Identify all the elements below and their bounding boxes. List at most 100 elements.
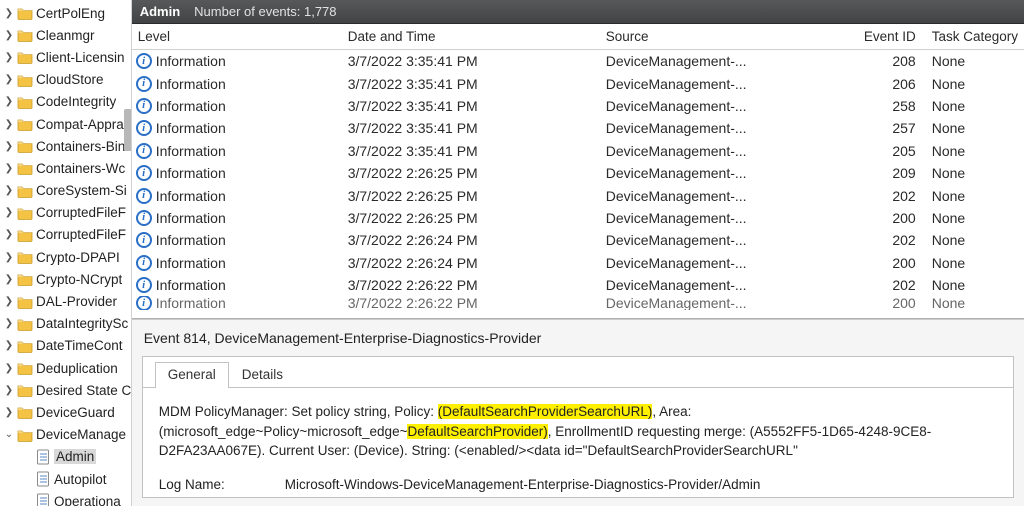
table-row[interactable]: iInformation3/7/2022 2:26:22 PMDeviceMan… (132, 274, 1024, 296)
cell-level: Information (156, 277, 226, 293)
tab-general[interactable]: General (155, 362, 229, 388)
chevron-right-icon[interactable]: ❯ (2, 74, 16, 85)
chevron-right-icon[interactable]: ❯ (2, 207, 16, 218)
chevron-right-icon[interactable]: ❯ (2, 340, 16, 351)
cell-datetime: 3/7/2022 3:35:41 PM (342, 143, 600, 159)
sidebar-item[interactable]: ❯ Desired State C (0, 379, 131, 401)
pane-header: Admin Number of events: 1,778 (132, 0, 1024, 24)
sidebar-item-label: Cleanmgr (36, 28, 95, 43)
sidebar-item[interactable]: ❯ Cleanmgr (0, 24, 131, 46)
detail-body: MDM PolicyManager: Set policy string, Po… (143, 388, 1013, 498)
folder-icon (16, 382, 34, 398)
col-header-level[interactable]: Level (132, 29, 342, 44)
table-row[interactable]: iInformation3/7/2022 3:35:41 PMDeviceMan… (132, 117, 1024, 139)
sidebar-item[interactable]: ❯ Containers-Wc (0, 157, 131, 179)
folder-icon (16, 271, 34, 287)
sidebar-item-label: Desired State C (36, 383, 131, 398)
chevron-right-icon[interactable]: ❯ (2, 318, 16, 329)
table-row[interactable]: iInformation3/7/2022 2:26:25 PMDeviceMan… (132, 184, 1024, 206)
table-row[interactable]: iInformation3/7/2022 3:35:41 PMDeviceMan… (132, 72, 1024, 94)
table-row[interactable]: iInformation3/7/2022 2:26:25 PMDeviceMan… (132, 162, 1024, 184)
sidebar-item-label: CertPolEng (36, 6, 105, 21)
table-row[interactable]: iInformation3/7/2022 3:35:41 PMDeviceMan… (132, 95, 1024, 117)
table-row[interactable]: iInformation3/7/2022 2:26:22 PMDeviceMan… (132, 296, 1024, 310)
chevron-right-icon[interactable]: ❯ (2, 229, 16, 240)
chevron-right-icon[interactable]: ❯ (2, 52, 16, 63)
col-header-taskcat[interactable]: Task Category (926, 29, 1024, 44)
table-row[interactable]: iInformation3/7/2022 2:26:24 PMDeviceMan… (132, 229, 1024, 251)
chevron-right-icon[interactable]: ❯ (2, 30, 16, 41)
info-icon: i (136, 76, 152, 92)
sidebar-item[interactable]: ❯CodeIntegrity (0, 91, 131, 113)
folder-icon (16, 227, 34, 243)
table-row[interactable]: iInformation3/7/2022 2:26:24 PMDeviceMan… (132, 252, 1024, 274)
cell-source: DeviceManagement-... (600, 53, 848, 69)
chevron-right-icon[interactable]: ❯ (2, 119, 16, 130)
chevron-right-icon[interactable]: ❯ (2, 385, 16, 396)
sidebar-item[interactable]: ❯Deduplication (0, 357, 131, 379)
sidebar-item[interactable]: ❯Compat-Appra (0, 113, 131, 135)
cell-level: Information (156, 232, 226, 248)
sidebar-item[interactable]: ❯ CertPolEng (0, 2, 131, 24)
chevron-right-icon[interactable]: ❯ (2, 407, 16, 418)
cell-taskcat: None (926, 98, 1024, 114)
sidebar-item[interactable]: ❯ DateTimeCont (0, 335, 131, 357)
sidebar-item[interactable]: Autopilot (0, 468, 131, 490)
tab-details[interactable]: Details (229, 362, 296, 388)
sidebar-item-label: Operationa (54, 494, 121, 506)
chevron-right-icon[interactable]: ❯ (2, 96, 16, 107)
sidebar-item-label: Containers-Wc (36, 161, 125, 176)
sidebar-item[interactable]: ❯Client-Licensin (0, 46, 131, 68)
sidebar-item[interactable]: ❯CorruptedFileF (0, 202, 131, 224)
cell-level: Information (156, 210, 226, 226)
detail-title: Event 814, DeviceManagement-Enterprise-D… (142, 328, 1014, 356)
logname-row: Log Name: Microsoft-Windows-DeviceManage… (159, 475, 1001, 495)
sidebar-item[interactable]: ❯Crypto-NCrypt (0, 268, 131, 290)
cell-datetime: 3/7/2022 2:26:24 PM (342, 255, 600, 271)
sidebar-item[interactable]: ❯ DAL-Provider (0, 290, 131, 312)
folder-icon (16, 49, 34, 65)
cell-taskcat: None (926, 255, 1024, 271)
sidebar-item[interactable]: ❯ Containers-Bin (0, 135, 131, 157)
chevron-down-icon[interactable]: ⌄ (2, 429, 16, 440)
sidebar-item-label: Containers-Bin (36, 139, 125, 154)
sidebar-item[interactable]: ❯Crypto-DPAPI (0, 246, 131, 268)
sidebar-item[interactable]: Operationa (0, 490, 131, 506)
col-header-datetime[interactable]: Date and Time (342, 29, 600, 44)
folder-icon (16, 338, 34, 354)
chevron-right-icon[interactable]: ❯ (2, 363, 16, 374)
sidebar-item-label: DateTimeCont (36, 338, 123, 353)
cell-taskcat: None (926, 53, 1024, 69)
cell-eventid: 205 (848, 143, 926, 159)
cell-taskcat: None (926, 165, 1024, 181)
sidebar-item[interactable]: ❯CoreSystem-Si (0, 180, 131, 202)
chevron-right-icon[interactable]: ❯ (2, 163, 16, 174)
chevron-right-icon[interactable]: ❯ (2, 185, 16, 196)
sidebar-item[interactable]: ❯CloudStore (0, 69, 131, 91)
chevron-right-icon[interactable]: ❯ (2, 274, 16, 285)
sidebar-item[interactable]: ⌄DeviceManage (0, 424, 131, 446)
sidebar-item[interactable]: ❯DeviceGuard (0, 401, 131, 423)
sidebar-item[interactable]: ❯DataIntegritySc (0, 313, 131, 335)
cell-level: Information (156, 188, 226, 204)
sidebar-item[interactable]: ❯CorruptedFileF (0, 224, 131, 246)
sidebar-item-selected[interactable]: Admin (0, 446, 131, 468)
col-header-eventid[interactable]: Event ID (848, 29, 926, 44)
msg-text: MDM PolicyManager: Set policy string, Po… (159, 404, 438, 419)
table-row[interactable]: iInformation3/7/2022 2:26:25 PMDeviceMan… (132, 207, 1024, 229)
chevron-right-icon[interactable]: ❯ (2, 141, 16, 152)
sidebar-item-label: DAL-Provider (36, 294, 117, 309)
table-row[interactable]: iInformation3/7/2022 3:35:41 PMDeviceMan… (132, 140, 1024, 162)
chevron-right-icon[interactable]: ❯ (2, 252, 16, 263)
cell-taskcat: None (926, 188, 1024, 204)
scrollbar-thumb[interactable] (124, 109, 132, 151)
chevron-right-icon[interactable]: ❯ (2, 8, 16, 19)
cell-taskcat: None (926, 277, 1024, 293)
folder-icon (16, 205, 34, 221)
chevron-right-icon[interactable]: ❯ (2, 296, 16, 307)
table-row[interactable]: iInformation3/7/2022 3:35:41 PMDeviceMan… (132, 50, 1024, 72)
cell-level: Information (156, 255, 226, 271)
col-header-source[interactable]: Source (600, 29, 848, 44)
cell-datetime: 3/7/2022 2:26:25 PM (342, 165, 600, 181)
cell-taskcat: None (926, 143, 1024, 159)
